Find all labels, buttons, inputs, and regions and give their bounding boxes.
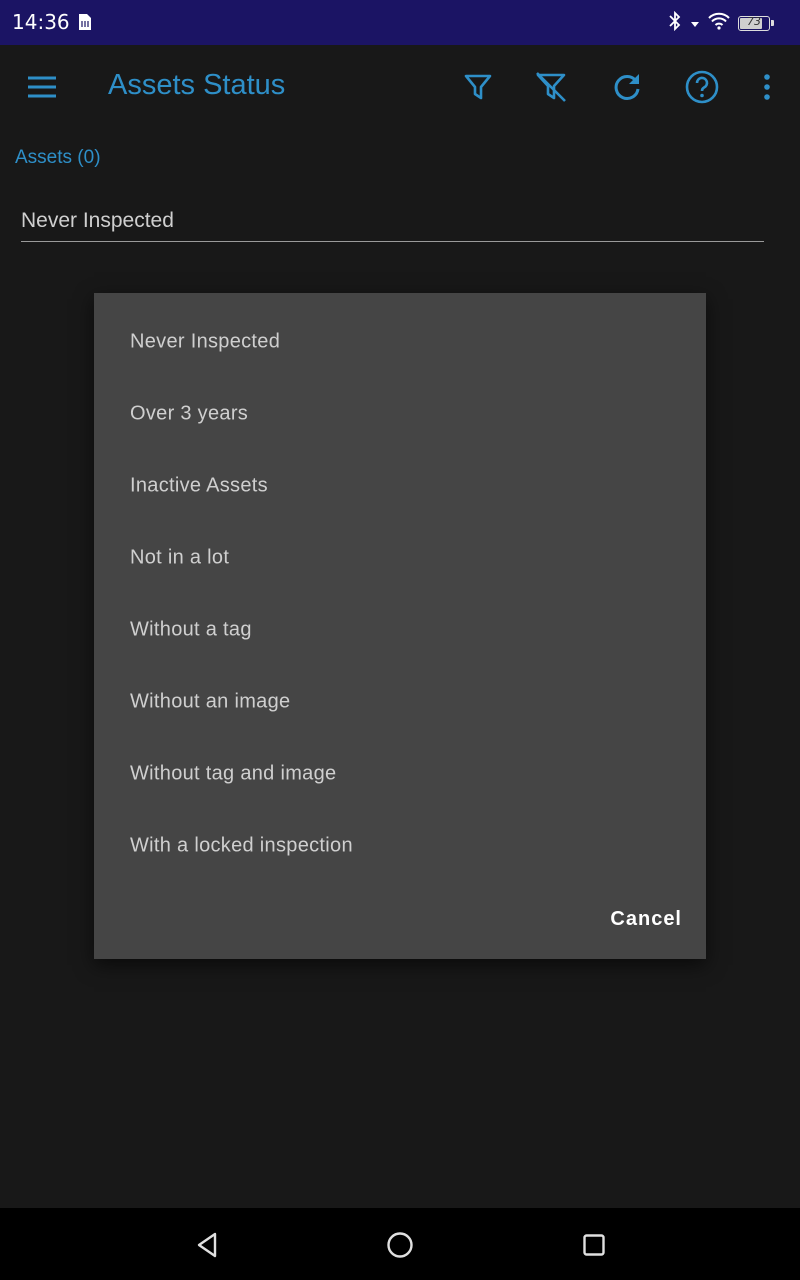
dialog-option-label: Without an image bbox=[130, 690, 291, 713]
sim-card-icon bbox=[78, 13, 92, 35]
filter-spinner-value: Never Inspected bbox=[21, 209, 174, 232]
back-icon[interactable] bbox=[190, 1228, 224, 1262]
dialog-option-without-an-image[interactable]: Without an image bbox=[94, 666, 706, 738]
cancel-button[interactable]: Cancel bbox=[610, 901, 682, 937]
refresh-icon[interactable] bbox=[607, 67, 647, 107]
home-icon[interactable] bbox=[383, 1228, 417, 1262]
dialog-option-label: Inactive Assets bbox=[130, 474, 268, 497]
dialog-option-label: With a locked inspection bbox=[130, 834, 353, 857]
dialog-option-label: Without tag and image bbox=[130, 762, 337, 785]
dialog-option-label: Not in a lot bbox=[130, 546, 230, 569]
wifi-icon bbox=[708, 12, 730, 34]
dialog-option-inactive-assets[interactable]: Inactive Assets bbox=[94, 450, 706, 522]
system-nav-bar bbox=[0, 1208, 800, 1280]
battery-icon: 73 bbox=[738, 14, 774, 31]
bluetooth-icon bbox=[668, 10, 682, 35]
clear-filter-icon[interactable] bbox=[531, 67, 571, 107]
page-title: Assets Status bbox=[108, 69, 286, 101]
dialog-option-label: Never Inspected bbox=[130, 330, 281, 353]
dialog-option-over-3-years[interactable]: Over 3 years bbox=[94, 378, 706, 450]
dialog-option-without-tag-and-image[interactable]: Without tag and image bbox=[94, 738, 706, 810]
dialog-option-without-a-tag[interactable]: Without a tag bbox=[94, 594, 706, 666]
app-bar: Assets Status bbox=[0, 45, 800, 131]
menu-icon[interactable] bbox=[26, 75, 58, 99]
help-icon[interactable] bbox=[682, 67, 722, 107]
recents-icon[interactable] bbox=[577, 1228, 611, 1262]
filter-icon[interactable] bbox=[458, 67, 498, 107]
dialog-option-label: Over 3 years bbox=[130, 402, 249, 425]
filter-options-dialog: Never Inspected Over 3 years Inactive As… bbox=[94, 293, 706, 959]
more-vert-icon[interactable] bbox=[747, 67, 787, 107]
status-time: 14:36 bbox=[12, 10, 70, 34]
signal-arrow-icon bbox=[690, 14, 700, 33]
dialog-option-never-inspected[interactable]: Never Inspected bbox=[94, 306, 706, 378]
dialog-option-with-locked-inspection[interactable]: With a locked inspection bbox=[94, 810, 706, 882]
dialog-option-not-in-a-lot[interactable]: Not in a lot bbox=[94, 522, 706, 594]
dialog-option-label: Without a tag bbox=[130, 618, 252, 641]
filter-spinner[interactable]: Never Inspected bbox=[21, 202, 764, 242]
battery-level: 73 bbox=[747, 14, 761, 28]
status-bar: 14:36 73 bbox=[0, 0, 800, 45]
assets-count-label: Assets (0) bbox=[15, 147, 101, 168]
